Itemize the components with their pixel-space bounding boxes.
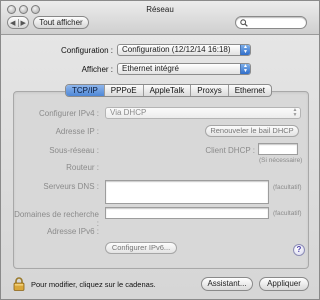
search-domains-label: Domaines de recherche :	[14, 210, 99, 228]
configuration-value: Configuration (12/12/14 16:18)	[122, 45, 231, 54]
search-domains-field[interactable]	[105, 207, 269, 219]
back-arrow-icon[interactable]: ◀	[8, 19, 18, 27]
subnet-label: Sous-réseau :	[49, 146, 99, 155]
lock-instruction-text: Pour modifier, cliquez sur le cadenas.	[31, 280, 156, 289]
configuration-label: Configuration :	[60, 46, 113, 55]
configure-ipv4-popup[interactable]: Via DHCP ▲ ▼	[105, 107, 301, 119]
assistant-button[interactable]: Assistant...	[201, 277, 253, 291]
configure-ipv4-label: Configurer IPv4 :	[38, 109, 99, 118]
dhcp-client-field[interactable]	[258, 143, 298, 155]
router-label: Routeur :	[66, 163, 99, 172]
apply-button[interactable]: Appliquer	[259, 277, 309, 291]
if-needed-note: (Si nécessaire)	[259, 157, 303, 164]
tab-ethernet[interactable]: Ethernet	[227, 85, 271, 96]
title-bar: Réseau ◀ ▶ Tout afficher	[1, 1, 319, 35]
back-forward-control: ◀ ▶	[7, 16, 29, 29]
dhcp-client-label: Client DHCP :	[205, 146, 255, 155]
configuration-popup[interactable]: Configuration (12/12/14 16:18) ▲ ▼	[117, 44, 251, 56]
window-title: Réseau	[146, 5, 174, 14]
tab-proxys[interactable]: Proxys	[190, 85, 227, 96]
configure-ipv6-button[interactable]: Configurer IPv6...	[105, 242, 177, 254]
lock-icon[interactable]	[13, 277, 25, 291]
show-value: Ethernet intégré	[122, 64, 179, 73]
configure-ipv4-value: Via DHCP	[110, 108, 147, 117]
tab-pppoe[interactable]: PPPoE	[103, 85, 143, 96]
dns-optional-note: (facultatif)	[273, 184, 302, 191]
tab-tcpip[interactable]: TCP/IP	[66, 85, 104, 96]
search-icon	[240, 19, 248, 27]
ip-address-label: Adresse IP :	[55, 127, 99, 136]
help-button[interactable]: ?	[293, 244, 305, 256]
tab-appletalk[interactable]: AppleTalk	[142, 85, 191, 96]
popup-arrows-icon: ▲ ▼	[240, 45, 250, 55]
dns-servers-label: Serveurs DNS :	[43, 182, 99, 191]
search-field[interactable]	[235, 16, 307, 29]
show-all-button[interactable]: Tout afficher	[33, 16, 89, 29]
tab-bar: TCP/IP PPPoE AppleTalk Proxys Ethernet	[65, 84, 272, 97]
renew-dhcp-button[interactable]: Renouveler le bail DHCP	[205, 125, 299, 137]
show-label: Afficher :	[81, 65, 113, 74]
forward-arrow-icon[interactable]: ▶	[17, 18, 29, 27]
search-domains-optional-note: (facultatif)	[273, 210, 302, 217]
dns-servers-field[interactable]	[105, 180, 269, 204]
popup-arrows-icon: ▲ ▼	[292, 107, 298, 118]
popup-arrows-icon: ▲ ▼	[240, 64, 250, 74]
show-popup[interactable]: Ethernet intégré ▲ ▼	[117, 63, 251, 75]
ipv6-address-label: Adresse IPv6 :	[46, 227, 99, 236]
network-preferences-window: Réseau ◀ ▶ Tout afficher Configuration :…	[0, 0, 320, 300]
